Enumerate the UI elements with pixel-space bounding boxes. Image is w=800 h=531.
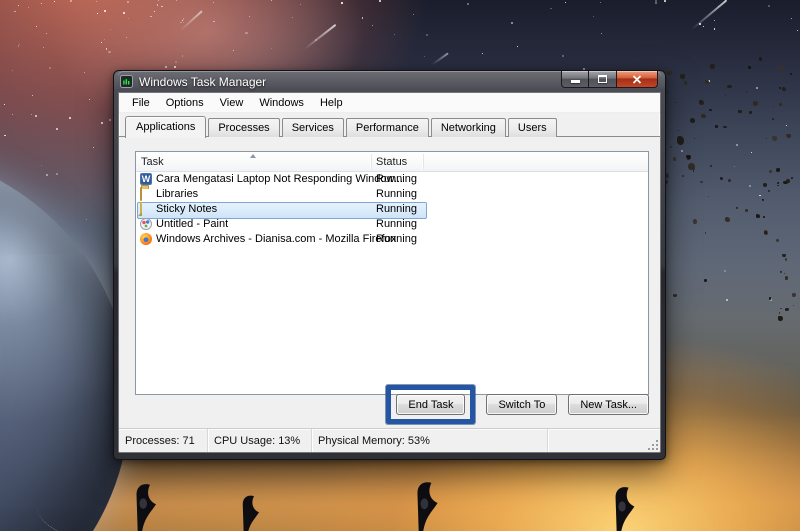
menu-view[interactable]: View — [212, 95, 252, 111]
tab-strip: Applications Processes Services Performa… — [119, 113, 660, 138]
resize-grip[interactable] — [648, 440, 658, 450]
task-rows: W Cara Mengatasi Laptop Not Responding W… — [136, 172, 648, 247]
caption-buttons — [561, 71, 658, 88]
word-icon: W — [140, 173, 152, 185]
column-header-status[interactable]: Status — [376, 152, 407, 172]
menu-bar: File Options View Windows Help — [119, 93, 660, 113]
table-row-paint[interactable]: Untitled - Paint Running — [136, 217, 648, 232]
column-header-task[interactable]: Task — [141, 152, 164, 172]
sort-indicator-icon — [250, 154, 256, 158]
task-name: Libraries — [156, 188, 199, 200]
close-icon — [632, 74, 642, 84]
table-row-firefox[interactable]: Windows Archives - Dianisa.com - Mozilla… — [136, 232, 648, 247]
firefox-icon — [140, 233, 152, 245]
task-name: Windows Archives - Dianisa.com - Mozilla… — [156, 233, 397, 245]
column-divider[interactable] — [423, 154, 424, 169]
task-status: Running — [376, 203, 417, 215]
close-button[interactable] — [617, 71, 658, 88]
window-client-area: File Options View Windows Help Applicati… — [118, 92, 661, 453]
task-name: Cara Mengatasi Laptop Not Responding Win… — [156, 173, 404, 185]
window-title: Windows Task Manager — [139, 74, 267, 89]
task-manager-window: Windows Task Manager File Options View W… — [113, 70, 666, 460]
tab-services[interactable]: Services — [281, 118, 344, 137]
task-status: Running — [376, 218, 417, 230]
menu-options[interactable]: Options — [158, 95, 212, 111]
column-divider[interactable] — [371, 154, 372, 169]
sticky-notes-icon — [140, 202, 142, 216]
list-header: Task Status — [136, 152, 648, 172]
status-processes: Processes: 71 — [119, 429, 208, 452]
new-task-button[interactable]: New Task... — [568, 394, 649, 415]
table-row-sticky-notes[interactable]: Sticky Notes Running — [136, 202, 648, 219]
switch-to-button[interactable]: Switch To — [486, 394, 558, 415]
minimize-icon — [570, 80, 580, 83]
button-row: End Task Switch To New Task... — [386, 385, 649, 424]
tab-processes[interactable]: Processes — [208, 118, 280, 137]
desktop: Windows Task Manager File Options View W… — [0, 0, 800, 531]
paint-icon — [140, 218, 152, 230]
end-task-button[interactable]: End Task — [396, 394, 466, 415]
status-physical-memory: Physical Memory: 53% — [312, 429, 548, 452]
folder-libraries-icon — [140, 187, 142, 201]
end-task-highlight-box: End Task — [386, 385, 476, 424]
status-cpu-usage: CPU Usage: 13% — [208, 429, 312, 452]
menu-help[interactable]: Help — [312, 95, 351, 111]
maximize-button[interactable] — [589, 71, 617, 88]
task-status: Running — [376, 233, 417, 245]
task-status: Running — [376, 173, 417, 185]
status-bar: Processes: 71 CPU Usage: 13% Physical Me… — [119, 428, 660, 452]
task-name: Untitled - Paint — [156, 218, 229, 230]
tab-networking[interactable]: Networking — [430, 118, 506, 137]
minimize-button[interactable] — [561, 71, 589, 88]
task-manager-icon — [120, 75, 133, 88]
tab-applications[interactable]: Applications — [125, 116, 207, 138]
menu-windows[interactable]: Windows — [251, 95, 312, 111]
tab-users[interactable]: Users — [507, 118, 557, 137]
tab-performance[interactable]: Performance — [345, 118, 429, 137]
table-row-libraries[interactable]: Libraries Running — [136, 187, 648, 202]
maximize-icon — [598, 75, 607, 83]
task-status: Running — [376, 188, 417, 200]
menu-file[interactable]: File — [124, 95, 158, 111]
task-list: Task Status W Cara Mengatasi Laptop Not … — [135, 151, 649, 395]
table-row-word[interactable]: W Cara Mengatasi Laptop Not Responding W… — [136, 172, 648, 187]
task-name: Sticky Notes — [156, 203, 218, 215]
status-filler — [548, 429, 660, 452]
applications-tab-page: Task Status W Cara Mengatasi Laptop Not … — [119, 137, 660, 430]
